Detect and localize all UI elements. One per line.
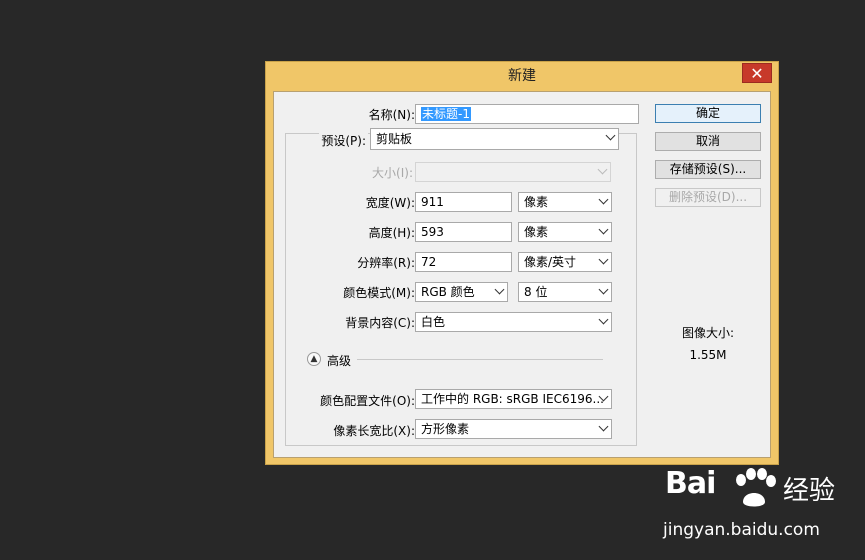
bit-depth-select[interactable]: 8 位 (518, 282, 612, 302)
color-mode-value: RGB 颜色 (421, 285, 475, 299)
pixel-aspect-value: 方形像素 (421, 422, 470, 436)
close-button[interactable]: ✕ (742, 63, 772, 83)
chevron-down-icon (494, 284, 505, 295)
baidu-jingyan-watermark: Bai 经验 jingyan.baidu.com (661, 466, 861, 544)
bit-depth-value: 8 位 (524, 285, 548, 299)
color-profile-select[interactable]: 工作中的 RGB: sRGB IEC6196... (415, 389, 612, 409)
chevron-down-icon (605, 130, 616, 141)
preset-select[interactable]: 剪贴板 (370, 128, 619, 150)
new-document-dialog: 新建 ✕ 名称(N): 未标题-1 预设(P): 剪贴板 大小(I): 宽度(W… (265, 61, 779, 465)
name-value: 未标题-1 (421, 107, 471, 121)
preset-value: 剪贴板 (376, 132, 413, 146)
chevron-down-icon (598, 314, 609, 325)
watermark-brand: 经验 (783, 476, 836, 506)
width-unit-select[interactable]: 像素 (518, 192, 612, 212)
resolution-unit-value: 像素/英寸 (524, 255, 577, 269)
resolution-input[interactable]: 72 (415, 252, 512, 272)
save-preset-button[interactable]: 存储预设(S)... (655, 160, 761, 179)
height-unit-value: 像素 (524, 225, 549, 239)
advanced-toggle-icon[interactable]: ▲ (307, 352, 321, 366)
resolution-unit-select[interactable]: 像素/英寸 (518, 252, 612, 272)
size-select[interactable] (415, 162, 611, 182)
chevron-down-icon (598, 194, 609, 205)
image-size-label: 图像大小: (681, 326, 735, 340)
height-unit-select[interactable]: 像素 (518, 222, 612, 242)
background-value: 白色 (421, 315, 446, 329)
delete-preset-button[interactable]: 删除预设(D)... (655, 188, 761, 207)
width-label: 宽度(W): (365, 196, 415, 210)
resolution-label: 分辨率(R): (357, 256, 415, 270)
name-label: 名称(N): (368, 108, 415, 122)
pixel-aspect-label: 像素长宽比(X): (333, 424, 415, 438)
background-label: 背景内容(C): (345, 316, 415, 330)
height-input[interactable]: 593 (415, 222, 512, 242)
pixel-aspect-select[interactable]: 方形像素 (415, 419, 612, 439)
color-profile-label: 颜色配置文件(O): (320, 394, 415, 408)
preset-label: 预设(P): (319, 132, 368, 149)
cancel-button[interactable]: 取消 (655, 132, 761, 151)
watermark-url: jingyan.baidu.com (663, 520, 820, 540)
width-input[interactable]: 911 (415, 192, 512, 212)
ok-button[interactable]: 确定 (655, 104, 761, 123)
chevron-down-icon (598, 284, 609, 295)
color-profile-value: 工作中的 RGB: sRGB IEC6196... (421, 392, 604, 406)
watermark-logo-text: Bai (665, 466, 716, 501)
advanced-divider (357, 359, 603, 360)
width-unit-value: 像素 (524, 195, 549, 209)
chevron-down-icon (598, 224, 609, 235)
paw-icon (736, 468, 776, 507)
dialog-client-area: 名称(N): 未标题-1 预设(P): 剪贴板 大小(I): 宽度(W): 91… (273, 91, 771, 458)
chevron-down-icon (597, 164, 608, 175)
color-mode-label: 颜色模式(M): (343, 286, 415, 300)
background-select[interactable]: 白色 (415, 312, 612, 332)
dialog-title: 新建 (508, 68, 536, 84)
chevron-down-icon (598, 254, 609, 265)
chevron-down-icon (598, 421, 609, 432)
height-label: 高度(H): (368, 226, 415, 240)
advanced-label[interactable]: 高级 (327, 352, 351, 369)
color-mode-select[interactable]: RGB 颜色 (415, 282, 508, 302)
name-input[interactable]: 未标题-1 (415, 104, 639, 124)
size-label: 大小(I): (372, 166, 413, 180)
image-size-value: 1.55M (689, 348, 727, 362)
